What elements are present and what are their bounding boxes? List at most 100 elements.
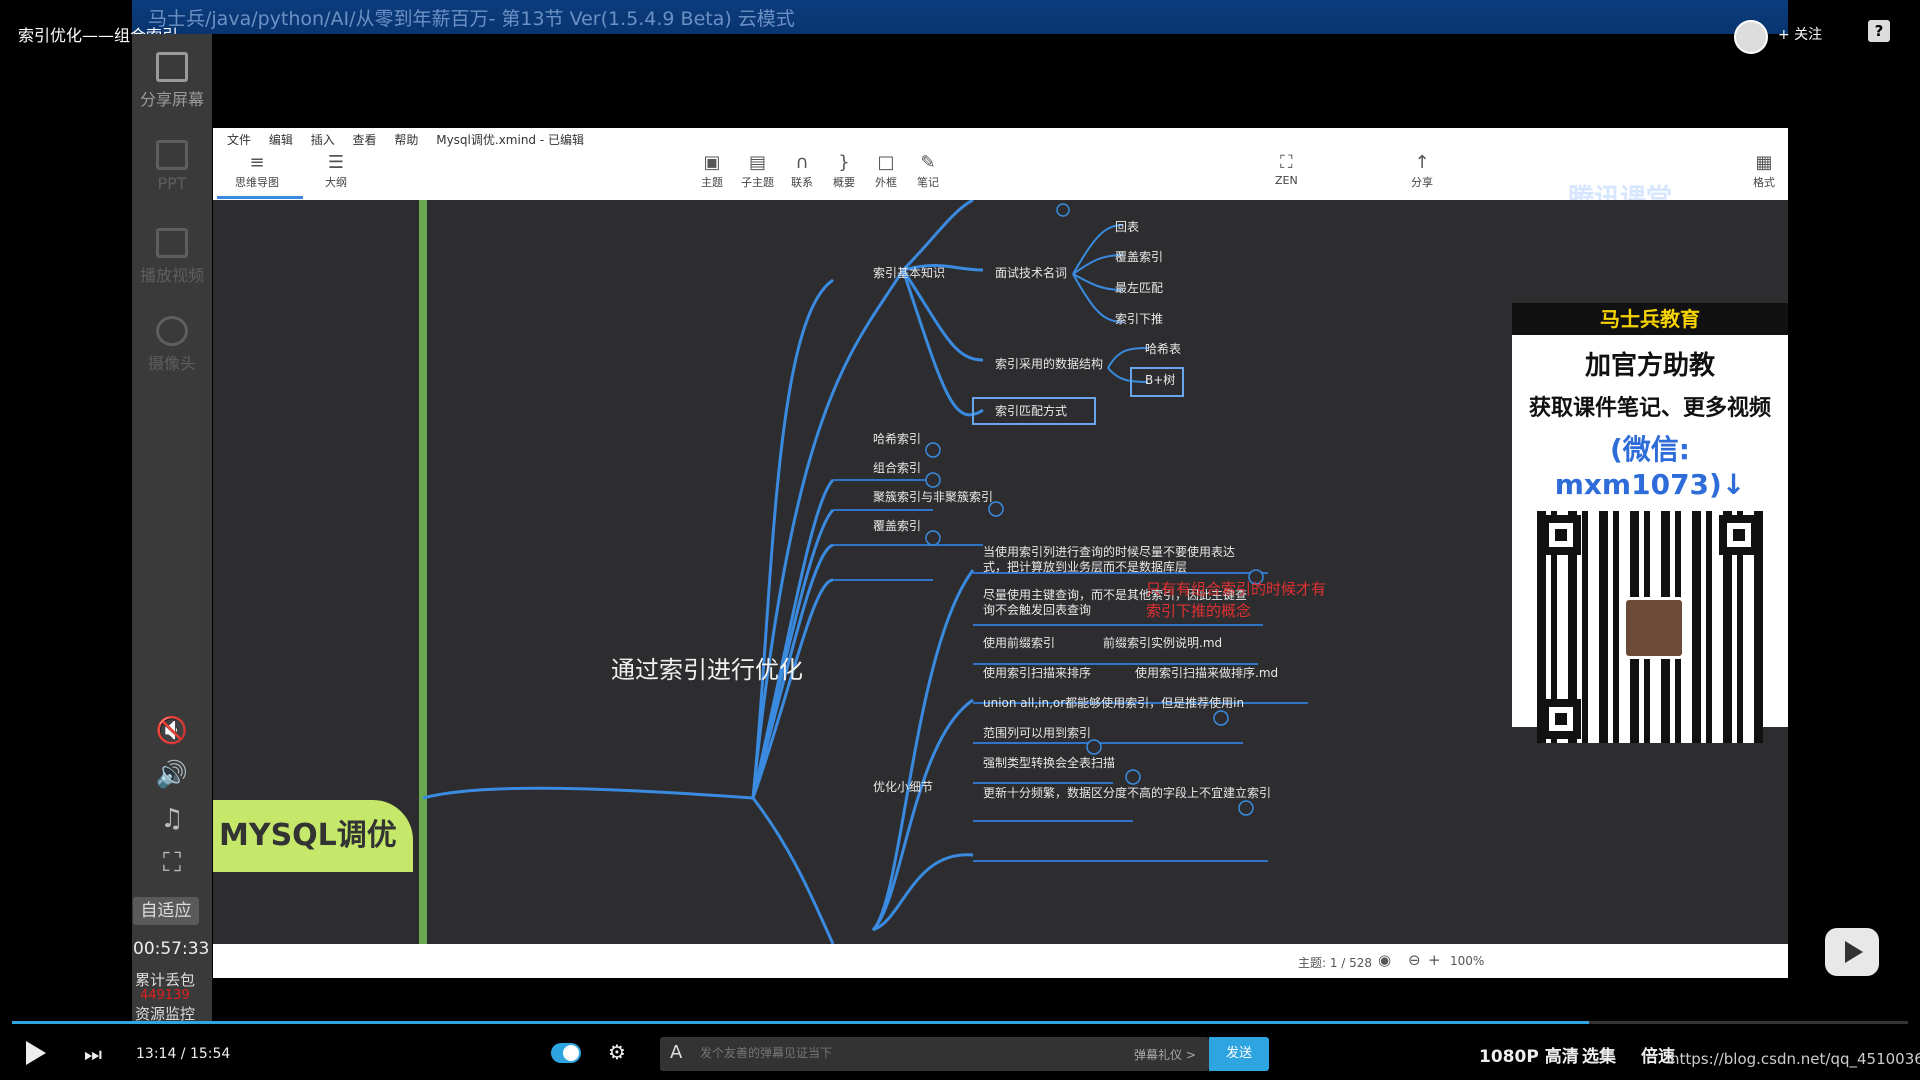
node-index-basics[interactable]: 索引基本知识 [873, 264, 945, 281]
node-detail-8[interactable]: 更新十分频繁，数据区分度不高的字段上不宜建立索引 [983, 784, 1271, 801]
share-screen-icon [156, 52, 188, 82]
tv-logo-icon [1825, 928, 1879, 976]
play-video-icon [156, 228, 188, 258]
active-tab-indicator [217, 196, 303, 199]
send-button[interactable]: 发送 [1209, 1037, 1269, 1071]
notes-button[interactable]: ✎ 笔记 [917, 152, 939, 190]
red-annotation-note: 只有有组合索引的时候才有索引下推的概念 [1146, 580, 1327, 620]
attachment-prefix-index[interactable]: 前缀索引实例说明.md [1103, 634, 1222, 651]
danmaku-settings-icon[interactable]: ⚙ [608, 1040, 626, 1064]
mic-muted-icon[interactable]: 🔇 [132, 716, 212, 746]
topic-count: 主题: 1 / 528 [1298, 956, 1373, 970]
topic-icon: ▣ [703, 152, 721, 173]
promo-overlay: 马士兵教育 加官方助教 获取课件笔记、更多视频 (微信: mxm1073)↓ [1512, 303, 1788, 743]
relation-icon: ∩ [795, 152, 809, 173]
node-clustered-index[interactable]: 聚簇索引与非聚簇索引 [873, 488, 993, 505]
follow-button[interactable]: + 关注 [1778, 24, 1822, 44]
xmind-file-title: Mysql调优.xmind - 已编辑 [436, 133, 584, 147]
node-data-structure[interactable]: 索引采用的数据结构 [995, 355, 1103, 372]
zen-button[interactable]: ⛶ ZEN [1275, 152, 1298, 187]
menu-help[interactable]: 帮助 [394, 133, 418, 147]
boundary-icon: □ [877, 152, 895, 173]
subtopic-icon: ▤ [748, 152, 766, 173]
xmind-toolbar: ≡ 思维导图 ☰ 大纲 ▣ 主题 ▤ 子主题 ∩ 联系 } 概要 □ 外框 ✎ 笔记 ⛶ ZEN … [213, 148, 1788, 214]
zoom-out-icon[interactable]: ⊖ [1408, 951, 1421, 969]
menu-edit[interactable]: 编辑 [269, 133, 293, 147]
upload-icon: ↑ [1414, 152, 1430, 173]
notes-icon: ✎ [920, 152, 936, 173]
qr-avatar-image [1623, 597, 1685, 659]
node-covering-index[interactable]: 覆盖索引 [1115, 248, 1163, 265]
node-details[interactable]: 优化小细节 [873, 778, 933, 795]
quality-selector[interactable]: 1080P 高清 [1479, 1042, 1579, 1067]
xmind-statusbar: 主题: 1 / 528 ◉ ⊖ + 100% [213, 944, 1788, 978]
node-detail-6[interactable]: 范围列可以用到索引 [983, 724, 1091, 741]
menu-file[interactable]: 文件 [227, 133, 251, 147]
summary-button[interactable]: } 概要 [833, 152, 855, 190]
fit-button[interactable]: 自适应 [133, 897, 199, 925]
xmind-menubar: 文件 编辑 插入 查看 帮助 Mysql调优.xmind - 已编辑 [213, 128, 1788, 148]
attachment-index-sort[interactable]: 使用索引扫描来做排序.md [1135, 664, 1278, 681]
zoom-in-icon[interactable]: + [1428, 951, 1441, 969]
play-video-tool[interactable]: 播放视频 [132, 228, 212, 286]
danmaku-toggle[interactable] [551, 1043, 581, 1063]
packet-loss-count: 449139 [140, 988, 190, 1003]
boundary-button[interactable]: □ 外框 [875, 152, 897, 190]
promo-wechat-id: (微信: mxm1073)↓ [1554, 433, 1746, 501]
node-detail-3[interactable]: 使用前缀索引 [983, 634, 1055, 651]
subtopic-button[interactable]: ▤ 子主题 [741, 152, 774, 190]
node-root[interactable]: MYSQL调优 [213, 800, 413, 872]
node-detail-1[interactable]: 当使用索引列进行查询的时候尽量不要使用表达式，把计算放到业务层而不是数据库层 [983, 545, 1253, 575]
camera-tool[interactable]: 摄像头 [132, 316, 212, 374]
relation-button[interactable]: ∩ 联系 [791, 152, 813, 190]
node-leftmost-match[interactable]: 最左匹配 [1115, 279, 1163, 296]
node-index-pushdown[interactable]: 索引下推 [1115, 310, 1163, 327]
music-icon[interactable]: ♫ [132, 804, 212, 834]
node-covering[interactable]: 覆盖索引 [873, 517, 921, 534]
ppt-tool[interactable]: PPT [132, 140, 212, 193]
ppt-icon [156, 140, 188, 170]
node-back-to-table[interactable]: 回表 [1115, 218, 1139, 235]
danmaku-style-icon[interactable]: A [670, 1042, 682, 1063]
node-bplus-tree[interactable]: B+树 [1145, 371, 1175, 388]
recorded-window-title: 马士兵/java/python/AI/从零到年薪百万- 第13节 Ver(1.5… [148, 8, 795, 30]
camera-icon [156, 316, 188, 346]
node-composite-index[interactable]: 组合索引 [873, 459, 921, 476]
episodes-button[interactable]: 选集 [1582, 1042, 1616, 1067]
play-icon[interactable] [26, 1041, 46, 1065]
help-icon[interactable]: ? [1868, 20, 1890, 42]
menu-insert[interactable]: 插入 [311, 133, 335, 147]
promo-brand: 马士兵教育 [1512, 303, 1788, 335]
node-detail-4[interactable]: 使用索引扫描来排序 [983, 664, 1091, 681]
speaker-icon[interactable]: 🔊 [132, 760, 212, 790]
zen-icon: ⛶ [1280, 152, 1293, 173]
promo-line-2: 获取课件笔记、更多视频 [1528, 396, 1771, 421]
share-button[interactable]: ↑ 分享 [1411, 152, 1433, 190]
node-hash-table[interactable]: 哈希表 [1145, 340, 1181, 357]
fullscreen-icon[interactable]: ⛶ [132, 848, 212, 879]
tab-outline[interactable]: ☰ 大纲 [325, 152, 347, 190]
qr-code [1537, 511, 1763, 743]
next-icon[interactable]: ⏭ [84, 1042, 102, 1066]
eye-icon[interactable]: ◉ [1378, 951, 1391, 969]
menu-view[interactable]: 查看 [353, 133, 377, 147]
summary-icon: } [838, 152, 850, 173]
danmaku-etiquette-link[interactable]: 弹幕礼仪 > [1134, 1046, 1196, 1063]
avatar[interactable] [1734, 20, 1768, 54]
node-detail-7[interactable]: 强制类型转换会全表扫描 [983, 754, 1115, 771]
share-screen-tool[interactable]: 分享屏幕 [132, 52, 212, 110]
format-button[interactable]: ▦ 格式 [1753, 152, 1775, 190]
zoom-level[interactable]: 100% [1450, 954, 1484, 968]
topic-button[interactable]: ▣ 主题 [701, 152, 723, 190]
node-match-mode[interactable]: 索引匹配方式 [995, 402, 1067, 419]
outline-icon: ☰ [327, 152, 345, 173]
node-main-topic[interactable]: 通过索引进行优化 [611, 650, 803, 685]
node-interview-terms[interactable]: 面试技术名词 [995, 264, 1067, 281]
tab-mindmap[interactable]: ≡ 思维导图 [235, 152, 279, 190]
node-hash-index[interactable]: 哈希索引 [873, 430, 921, 447]
blog-watermark: https://blog.csdn.net/qq_45100361 [1670, 1050, 1920, 1068]
mindmap-icon: ≡ [249, 152, 265, 173]
node-detail-5[interactable]: union all,in,or都能够使用索引，但是推荐使用in [983, 694, 1244, 711]
danmaku-input[interactable] [698, 1045, 1082, 1061]
packet-loss-label: 累计丢包 [135, 971, 196, 989]
